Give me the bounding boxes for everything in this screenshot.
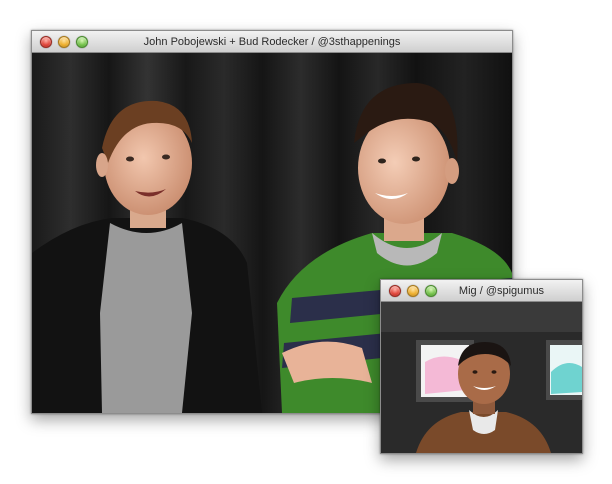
- main-window-title: John Pobojewski + Bud Rodecker / @3sthap…: [143, 35, 401, 48]
- main-window-titlebar[interactable]: John Pobojewski + Bud Rodecker / @3sthap…: [32, 31, 512, 53]
- secondary-video-image: [381, 302, 582, 453]
- secondary-window-title: Mig / @spigumus: [458, 284, 545, 297]
- desktop: John Pobojewski + Bud Rodecker / @3sthap…: [0, 0, 612, 484]
- secondary-video-window[interactable]: Mig / @spigumus: [380, 279, 583, 454]
- secondary-window-titlebar[interactable]: Mig / @spigumus: [381, 280, 582, 302]
- secondary-video-feed: [381, 302, 582, 453]
